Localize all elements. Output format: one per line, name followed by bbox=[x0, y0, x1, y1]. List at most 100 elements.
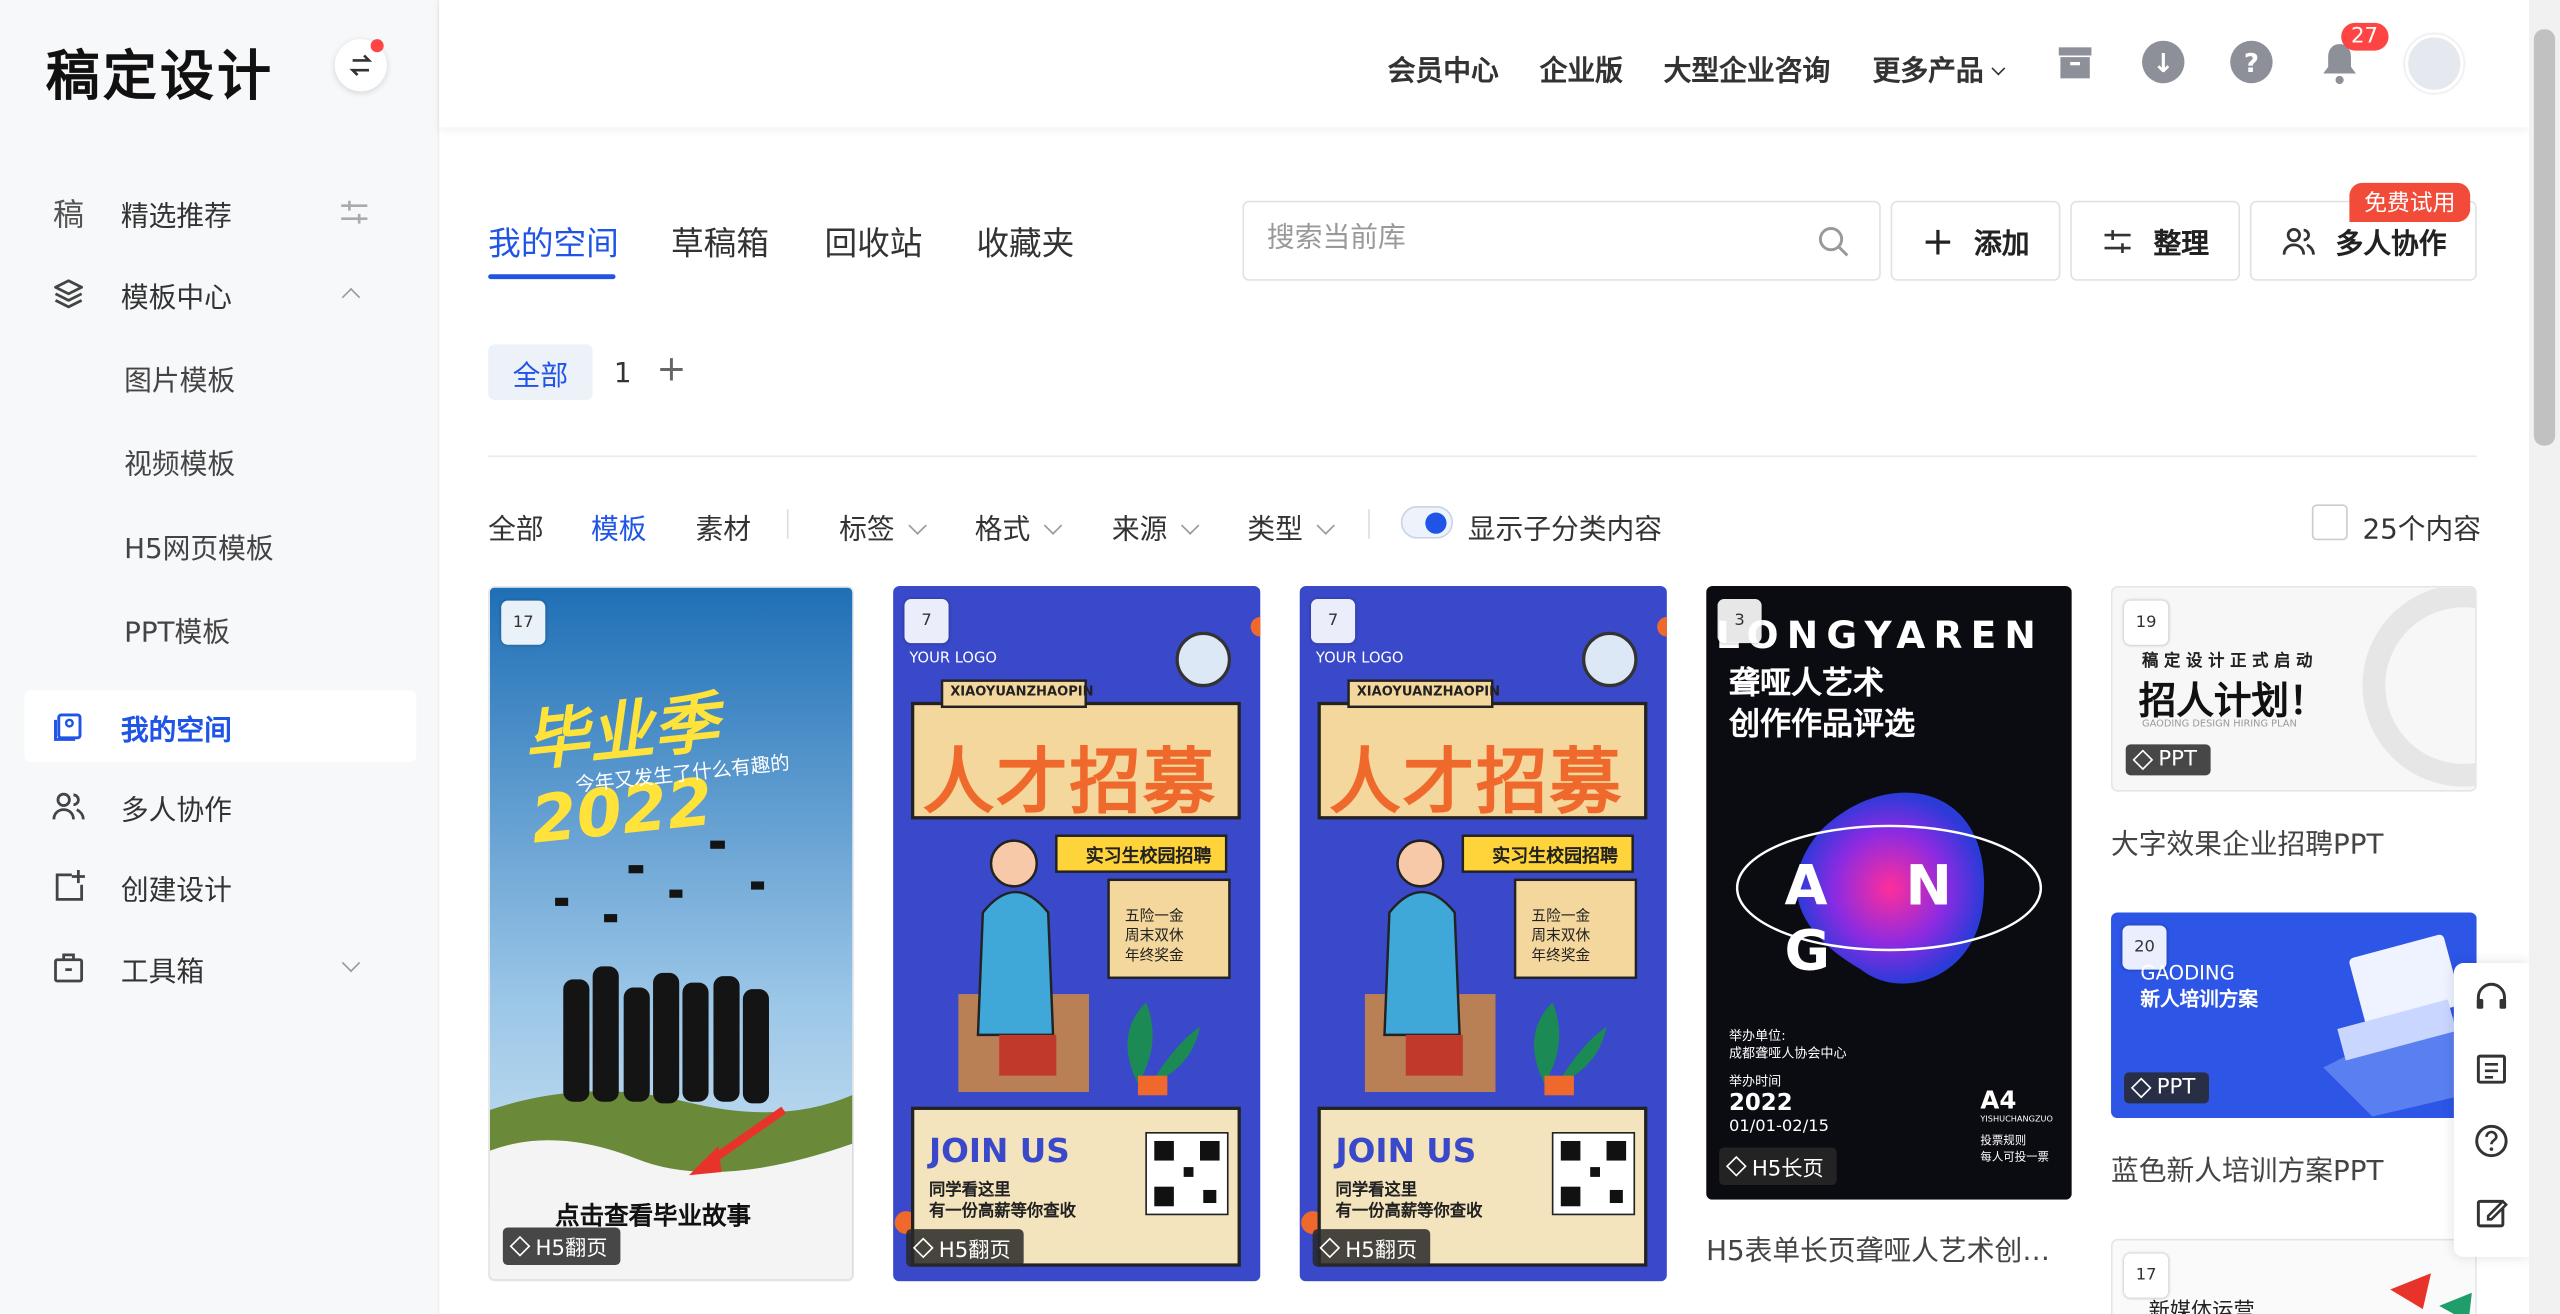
free-trial-badge[interactable]: 免费试用 bbox=[2349, 182, 2471, 222]
sidebar-item-create-design[interactable]: 创建设计 bbox=[24, 850, 416, 922]
format-tag: PPT bbox=[2125, 744, 2210, 776]
filter-source-dropdown[interactable]: 来源 bbox=[1111, 506, 1200, 547]
show-subcategory-toggle[interactable] bbox=[1400, 506, 1454, 539]
layers-icon bbox=[2130, 1077, 2152, 1099]
sidebar-item-label: 精选推荐 bbox=[120, 199, 232, 233]
filter-divider bbox=[786, 509, 789, 539]
member-center-link[interactable]: 会员中心 bbox=[1388, 47, 1499, 88]
scrollbar[interactable] bbox=[2528, 0, 2560, 1314]
sidebar-item-recommend[interactable]: 稿 精选推荐 bbox=[24, 176, 416, 248]
page-count-badge: 19 bbox=[2124, 600, 2169, 645]
switch-button[interactable] bbox=[334, 39, 387, 92]
more-products-link[interactable]: 更多产品 bbox=[1873, 47, 2006, 88]
poster-ribbon: 实习生校园招聘 bbox=[1492, 845, 1618, 867]
template-card[interactable]: YOUR LOGO XIAOYUANZHAOPIN 人才招募 实习生校园招聘 五… bbox=[893, 585, 1261, 1282]
download-icon[interactable]: ↓ bbox=[2142, 40, 2185, 84]
search-box bbox=[1242, 200, 1881, 281]
template-card[interactable]: YOUR LOGO XIAOYUANZHAOPIN 人才招募 实习生校园招聘 五… bbox=[1299, 585, 1667, 1282]
add-button[interactable]: + 添加 bbox=[1890, 200, 2061, 281]
template-card[interactable]: LONGYAREN 聋哑人艺术 创作作品评选 A N G 举办单位: 成都聋哑人协会… bbox=[1706, 585, 2072, 1200]
help-icon[interactable]: ? bbox=[2230, 40, 2273, 84]
chevron-down-icon bbox=[1991, 61, 2006, 76]
card-title[interactable]: 大字效果企业招聘PPT bbox=[2111, 821, 2477, 862]
page-count-badge: 7 bbox=[1311, 599, 1356, 644]
layers-icon bbox=[1725, 1155, 1747, 1177]
sidebar-item-label: 图片模板 bbox=[124, 364, 236, 398]
template-card[interactable]: 稿 定 设 计 正 式 启 动 招人计划！ GAODING DESIGN HIR… bbox=[2111, 585, 2477, 792]
search-input[interactable] bbox=[1266, 221, 1806, 255]
sidebar-item-toolbox[interactable]: 工具箱 bbox=[24, 932, 416, 1004]
filter-tag-label: 标签 bbox=[839, 514, 895, 547]
poster-join: JOIN US bbox=[928, 1131, 1070, 1171]
filter-all[interactable]: 全部 bbox=[488, 506, 544, 547]
sidebar-item-template-center[interactable]: 模板中心 bbox=[24, 258, 416, 330]
filter-material[interactable]: 素材 bbox=[696, 506, 752, 547]
edit-icon[interactable] bbox=[2473, 1195, 2509, 1231]
poster-ribbon: 实习生校园招聘 bbox=[1085, 845, 1212, 867]
chevron-down-icon bbox=[1180, 516, 1200, 535]
chevron-down-icon bbox=[908, 516, 927, 535]
sidebar-item-label: 创建设计 bbox=[120, 874, 232, 907]
tab-drafts[interactable]: 草稿箱 bbox=[671, 217, 769, 264]
template-card[interactable]: 毕业季 2022 今年又发生了什么有趣的 点击查看毕业故事 17 H5翻页 bbox=[488, 585, 854, 1282]
filter-format-dropdown[interactable]: 格式 bbox=[975, 506, 1063, 547]
poster-rule-line: 每人可投一票 bbox=[1980, 1150, 2049, 1164]
page-count-badge: 20 bbox=[2122, 925, 2167, 970]
sidebar-item-collaboration[interactable]: 多人协作 bbox=[24, 770, 416, 842]
poster-join-line: 有一份高薪等你查收 bbox=[928, 1203, 1076, 1221]
sidebar-item-image-templates[interactable]: 图片模板 bbox=[24, 341, 416, 413]
filter-tag-dropdown[interactable]: 标签 bbox=[839, 506, 927, 547]
sidebar-item-label: H5网页模板 bbox=[124, 532, 274, 566]
format-tag: H5翻页 bbox=[1312, 1229, 1431, 1267]
organize-button[interactable]: 整理 bbox=[2070, 200, 2240, 281]
filter-template[interactable]: 模板 bbox=[591, 506, 647, 547]
sidebar-item-ppt-templates[interactable]: PPT模板 bbox=[24, 593, 416, 665]
chevron-down-icon bbox=[341, 953, 361, 973]
poster-rules: 投票规则 每人可投一票 bbox=[1980, 1133, 2049, 1166]
my-space-icon bbox=[47, 705, 89, 747]
document-icon[interactable] bbox=[2473, 1051, 2509, 1087]
sidebar-item-label: 模板中心 bbox=[120, 281, 232, 315]
folder-chip-all[interactable]: 全部 bbox=[488, 344, 593, 400]
organize-label: 整理 bbox=[2153, 228, 2209, 262]
ppt-line2: 招人计划！ bbox=[2138, 680, 2327, 724]
gao-glyph-icon: 稿 bbox=[53, 196, 85, 233]
poster-perks: 五险一金 周末双休 年终奖金 bbox=[1531, 908, 1590, 967]
template-card[interactable]: 新媒体运营 17 bbox=[2111, 1238, 2477, 1314]
card-title[interactable]: H5表单长页聋哑人艺术创作... bbox=[1706, 1227, 2072, 1269]
chevron-down-icon bbox=[1043, 516, 1063, 535]
sidebar-item-label: 多人协作 bbox=[120, 794, 232, 827]
template-card[interactable]: GAODING 新人培训方案 20 PPT bbox=[2111, 912, 2477, 1119]
toolbox-icon bbox=[47, 947, 89, 989]
filter-source-label: 来源 bbox=[1111, 514, 1168, 547]
enterprise-link[interactable]: 企业版 bbox=[1540, 47, 1623, 88]
avatar[interactable] bbox=[2404, 34, 2464, 94]
tab-recycle-bin[interactable]: 回收站 bbox=[824, 217, 922, 264]
layers-icon bbox=[509, 1235, 531, 1257]
folder-chip-1[interactable]: 1 bbox=[614, 357, 632, 390]
search-icon[interactable] bbox=[1817, 225, 1850, 258]
create-design-icon bbox=[47, 865, 89, 907]
organize-icon bbox=[2104, 229, 2131, 253]
poster-top: LONGYAREN bbox=[1715, 615, 2044, 658]
filter-type-dropdown[interactable]: 类型 bbox=[1247, 506, 1335, 547]
help-icon[interactable] bbox=[2473, 1123, 2509, 1159]
ppt-line1: 稿 定 设 计 正 式 启 动 bbox=[2142, 652, 2313, 671]
trash-icon[interactable] bbox=[2056, 42, 2095, 81]
sidebar-item-my-space[interactable]: 我的空间 bbox=[24, 690, 417, 763]
sidebar-item-video-templates[interactable]: 视频模板 bbox=[24, 424, 416, 496]
add-folder-button[interactable]: + bbox=[656, 349, 686, 390]
show-subcategory-label: 显示子分类内容 bbox=[1467, 514, 1663, 547]
poster-join-line: 同学看这里 bbox=[928, 1181, 1011, 1200]
select-all-checkbox[interactable] bbox=[2311, 504, 2348, 541]
headset-icon[interactable] bbox=[2473, 979, 2509, 1015]
sliders-icon[interactable] bbox=[338, 196, 371, 229]
card-title[interactable]: 蓝色新人培训方案PPT bbox=[2111, 1148, 2477, 1189]
tab-my-space[interactable]: 我的空间 bbox=[488, 217, 619, 264]
tab-favorites[interactable]: 收藏夹 bbox=[976, 217, 1074, 264]
filter-divider bbox=[1368, 509, 1370, 539]
scrollbar-thumb[interactable] bbox=[2533, 29, 2556, 446]
consulting-link[interactable]: 大型企业咨询 bbox=[1664, 47, 1831, 88]
brand-logo[interactable]: 稿定设计 bbox=[46, 33, 275, 111]
sidebar-item-h5-templates[interactable]: H5网页模板 bbox=[24, 509, 416, 581]
